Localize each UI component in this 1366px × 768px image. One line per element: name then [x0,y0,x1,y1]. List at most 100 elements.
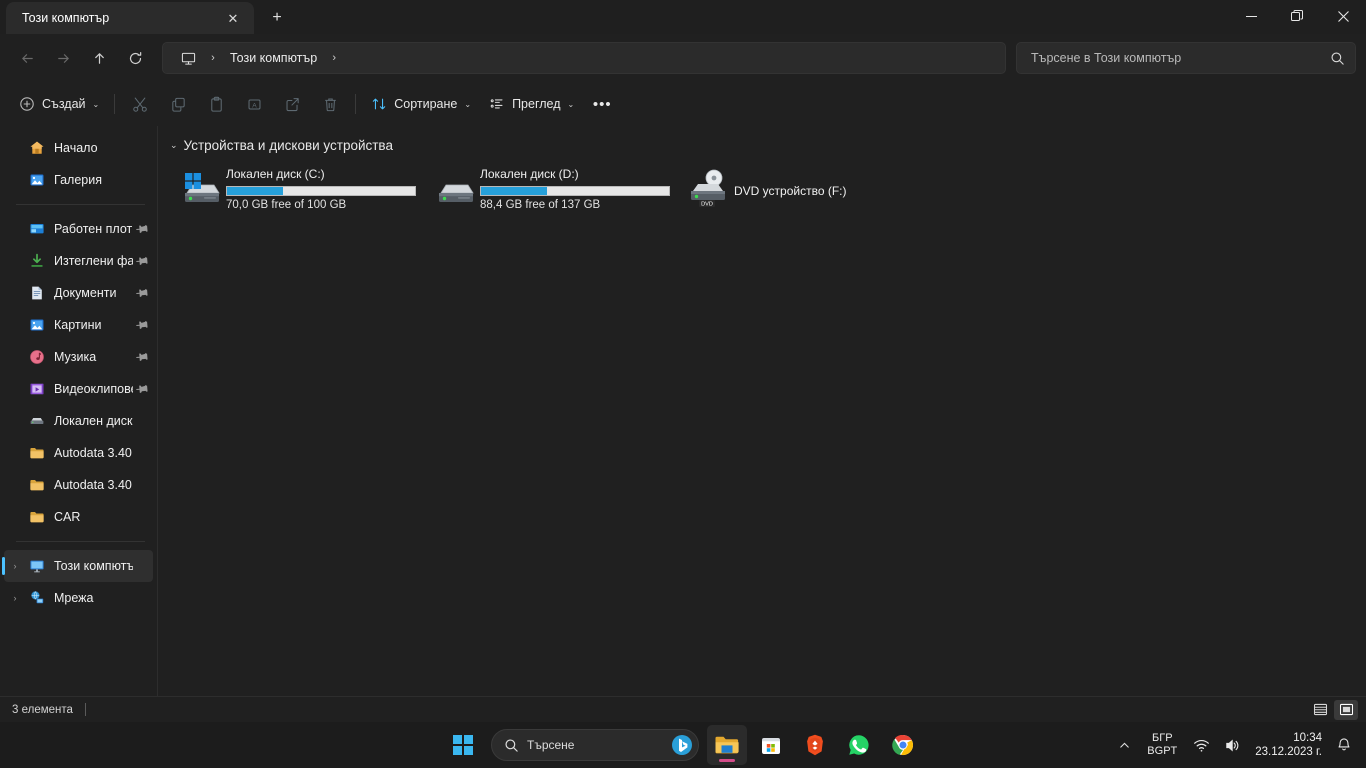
tab-this-pc[interactable]: Този компютър ✕ [6,2,254,34]
drive-grid: Локален диск (C:) 70,0 GB free of 100 GB [166,163,1366,219]
close-tab-icon[interactable]: ✕ [220,6,246,30]
sidebar-item-desktop[interactable]: Работен плот [4,213,153,245]
sidebar-item-autodata-1[interactable]: Autodata 3.40 [4,437,153,469]
tab-strip: Този компютър ✕ + [0,0,1366,34]
breadcrumb-this-pc[interactable]: Този компютър [224,45,323,71]
close-window-icon[interactable] [1320,0,1366,32]
more-options-button[interactable]: ••• [583,88,621,120]
drive-free-space: 70,0 GB free of 100 GB [226,199,347,211]
group-header-label: Устройства и дискови устройства [183,138,393,153]
sidebar-item-label: Картини [54,318,102,332]
drive-item-d[interactable]: Локален диск (D:) 88,4 GB free of 137 GB [426,163,680,219]
large-icons-view-button[interactable] [1334,699,1358,720]
taskbar-app-file-explorer[interactable] [707,725,747,765]
status-bar: 3 елемента [0,696,1366,722]
sidebar-item-pictures[interactable]: Картини [4,309,153,341]
sidebar-item-autodata-2[interactable]: Autodata 3.40 [4,469,153,501]
sidebar-item-videos[interactable]: Видеоклипове [4,373,153,405]
drive-item-c[interactable]: Локален диск (C:) 70,0 GB free of 100 GB [172,163,426,219]
sort-button[interactable]: Сортиране ⌄ [362,88,480,120]
taskbar-center-group: Търсене [443,725,923,765]
chevron-down-icon[interactable]: ⌄ [170,140,178,151]
sidebar-item-car[interactable]: CAR [4,501,153,533]
expander-icon[interactable]: › [4,561,26,571]
file-list-pane[interactable]: ⌄ Устройства и дискови устройства Локале… [158,126,1366,696]
address-bar[interactable]: › Този компютър › [162,42,1006,74]
pin-icon[interactable] [133,319,153,331]
pin-icon[interactable] [133,223,153,235]
pictures-icon [26,316,48,334]
active-app-indicator [719,759,735,762]
documents-icon [26,284,48,302]
taskbar-app-microsoft-store[interactable] [751,725,791,765]
drive-item-f[interactable]: DVD DVD устройство (F:) [680,163,934,219]
taskbar-app-whatsapp[interactable] [839,725,879,765]
sidebar-item-gallery[interactable]: Галерия [4,164,153,196]
clock[interactable]: 10:34 23.12.2023 г. [1249,728,1328,762]
expander-icon[interactable]: › [4,593,26,603]
sidebar-item-label: Мрежа [54,591,94,605]
share-button[interactable] [273,88,311,120]
forward-icon[interactable] [46,42,80,74]
search-icon[interactable] [1330,51,1345,66]
pin-icon[interactable] [133,351,153,363]
details-view-button[interactable] [1308,700,1332,720]
pin-icon[interactable] [133,255,153,267]
maximize-restore-icon[interactable] [1274,0,1320,32]
copy-button[interactable] [159,88,197,120]
sidebar-item-home[interactable]: Начало [4,132,153,164]
window-controls [1228,0,1366,32]
up-icon[interactable] [82,42,116,74]
sidebar-item-downloads[interactable]: Изтеглени файлове [4,245,153,277]
file-explorer-window: Този компютър ✕ + › Този компютър › Търс… [0,0,1366,722]
taskbar-app-chrome[interactable] [883,725,923,765]
volume-button[interactable] [1218,728,1247,762]
pin-icon[interactable] [133,287,153,299]
clock-date: 23.12.2023 г. [1255,746,1322,758]
chrome-icon [892,734,914,756]
search-box[interactable] [1016,42,1356,74]
start-button[interactable] [443,725,483,765]
chevron-up-icon [1120,742,1130,748]
home-icon [26,139,48,157]
drive-usage-bar [480,186,670,196]
paste-button[interactable] [197,88,235,120]
hdd-windows-icon [178,165,226,213]
tab-label: Този компютър [22,11,110,25]
sidebar-item-music[interactable]: Музика [4,341,153,373]
copy-icon [172,97,185,112]
new-tab-icon[interactable]: + [262,4,292,32]
rename-button[interactable]: A [235,88,273,120]
taskbar-search[interactable]: Търсене [491,729,699,761]
bing-copilot-icon[interactable] [670,733,694,757]
network-button[interactable] [1187,728,1216,762]
sidebar-item-this-pc[interactable]: › Този компютър [2,550,153,582]
sort-icon [373,98,386,110]
music-icon [26,348,48,366]
back-icon[interactable] [10,42,44,74]
sidebar-item-label: Изтеглени файлове [54,254,133,268]
notifications-button[interactable] [1330,728,1358,762]
view-button[interactable]: Преглед ⌄ [480,88,583,120]
taskbar-app-brave[interactable] [795,725,835,765]
search-input[interactable] [1031,51,1330,65]
pin-icon[interactable] [133,383,153,395]
new-button[interactable]: Създай ⌄ [10,88,108,120]
minimize-icon[interactable] [1228,0,1274,32]
group-header-drives[interactable]: ⌄ Устройства и дискови устройства [166,134,1366,163]
downloads-icon [26,252,48,270]
breadcrumb-this-pc-icon[interactable] [175,45,202,71]
sidebar-item-documents[interactable]: Документи [4,277,153,309]
brave-browser-icon [807,734,823,756]
sidebar-item-network[interactable]: › Мрежа [4,582,153,614]
navigation-pane[interactable]: Начало Галерия Работен плот Изтеглени ф … [0,126,158,696]
command-separator-1 [114,94,116,114]
language-indicator[interactable]: БГР BGPT [1139,728,1185,762]
bell-icon [1338,738,1350,751]
breadcrumb-separator-2[interactable]: › [323,52,345,64]
tray-overflow-button[interactable] [1112,728,1137,762]
refresh-icon[interactable] [118,42,152,74]
delete-button[interactable] [311,88,349,120]
sidebar-item-local-disk-d[interactable]: Локален диск (D:) [4,405,153,437]
cut-button[interactable] [121,88,159,120]
